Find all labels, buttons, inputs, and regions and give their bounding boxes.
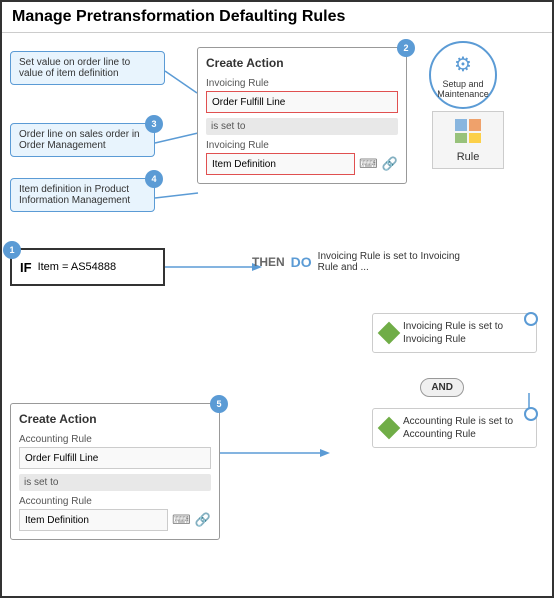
create-action-bottom-title: Create Action — [19, 412, 211, 426]
do-label: DO — [291, 254, 312, 270]
rule-icon — [453, 117, 483, 151]
result-text-1: Invoicing Rule is set to Invoicing Rule — [403, 320, 528, 346]
ca-top-is-set-to: is set to — [206, 118, 398, 135]
badge-4: 4 — [145, 170, 163, 188]
if-block: 1 IF Item = AS54888 — [10, 248, 165, 286]
create-action-top: 2 Create Action Invoicing Rule is set to… — [197, 47, 407, 184]
ca-bot-input2-row: ⌨ 🔗 — [19, 509, 211, 531]
link-icon-2[interactable]: 🔗 — [195, 512, 211, 528]
keyboard-icon[interactable]: ⌨ — [359, 156, 378, 172]
rule-box: Rule — [432, 111, 504, 169]
create-action-bottom: 5 Create Action Accounting Rule is set t… — [10, 403, 220, 540]
page-title: Manage Pretransformation Defaulting Rule… — [2, 2, 552, 33]
ca-top-input2-row: ⌨ 🔗 — [206, 153, 398, 175]
circle-endpoint-2 — [524, 407, 538, 421]
do-text: Invoicing Rule is set to Invoicing Rule … — [318, 251, 478, 273]
green-diamond-1 — [378, 322, 401, 345]
result-text-2: Accounting Rule is set to Accounting Rul… — [403, 415, 528, 441]
ca-bot-input2[interactable] — [19, 509, 168, 531]
badge-5: 5 — [210, 395, 228, 413]
result-box-2: Accounting Rule is set to Accounting Rul… — [372, 408, 537, 448]
keyboard-icon-2[interactable]: ⌨ — [172, 512, 191, 528]
create-action-top-title: Create Action — [206, 56, 398, 70]
then-do-block: THEN DO Invoicing Rule is set to Invoici… — [252, 251, 478, 273]
then-label: THEN — [252, 255, 285, 269]
ca-top-label1: Invoicing Rule — [206, 78, 398, 89]
setup-label: Setup and Maintenance — [431, 79, 495, 99]
badge-1: 1 — [3, 241, 21, 259]
ca-bot-label1: Accounting Rule — [19, 434, 211, 445]
content-area: ⚙ Setup and Maintenance Rule Set value o… — [2, 33, 552, 591]
annotation-4: 4 Item definition in Product Information… — [10, 178, 155, 212]
ca-top-label2: Invoicing Rule — [206, 140, 398, 151]
annotation-4-text: Item definition in Product Information M… — [19, 184, 130, 206]
ca-bot-label2: Accounting Rule — [19, 496, 211, 507]
setup-maintenance-circle: ⚙ Setup and Maintenance — [429, 41, 497, 109]
circle-endpoint-1 — [524, 312, 538, 326]
annotation-3-text: Order line on sales order in Order Manag… — [19, 129, 140, 151]
if-condition: Item = AS54888 — [38, 261, 117, 273]
ca-bot-input1[interactable] — [19, 447, 211, 469]
annotation-3: 3 Order line on sales order in Order Man… — [10, 123, 155, 157]
badge-3: 3 — [145, 115, 163, 133]
green-diamond-2 — [378, 417, 401, 440]
ca-top-input1[interactable] — [206, 91, 398, 113]
annotation-1: Set value on order line to value of item… — [10, 51, 165, 85]
page-wrapper: Manage Pretransformation Defaulting Rule… — [0, 0, 554, 598]
gear-icon: ⚙ — [454, 52, 472, 77]
if-label: IF — [20, 260, 32, 275]
link-icon[interactable]: 🔗 — [382, 156, 398, 172]
ca-bot-is-set-to: is set to — [19, 474, 211, 491]
ca-top-input2[interactable] — [206, 153, 355, 175]
and-block: AND — [420, 378, 464, 397]
result-box-1: Invoicing Rule is set to Invoicing Rule — [372, 313, 537, 353]
rule-label: Rule — [457, 151, 480, 163]
badge-2: 2 — [397, 39, 415, 57]
annotation-1-text: Set value on order line to value of item… — [19, 57, 130, 79]
